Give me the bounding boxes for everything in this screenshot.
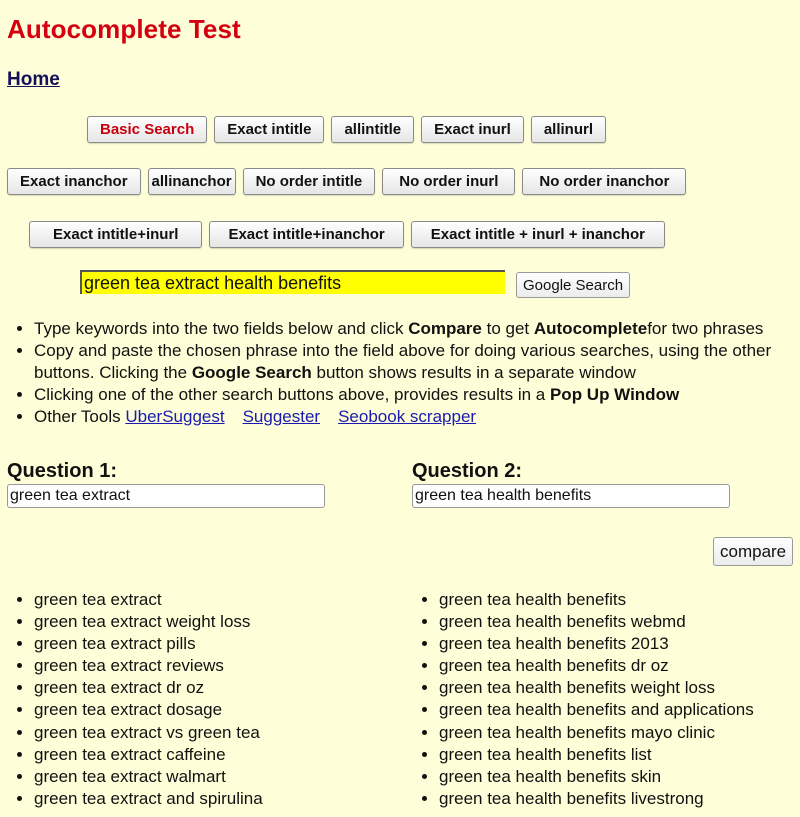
result-item: green tea health benefits list <box>439 744 754 766</box>
question-1-input[interactable] <box>7 484 325 508</box>
exact-intitle-button[interactable]: Exact intitle <box>214 116 325 143</box>
question-2-results: green tea health benefits green tea heal… <box>405 589 754 810</box>
exact-intitle-inurl-button[interactable]: Exact intitle+inurl <box>29 221 203 248</box>
result-item: green tea extract dr oz <box>34 677 263 699</box>
result-item: green tea health benefits and applicatio… <box>439 699 754 721</box>
instruction-bold: Compare <box>408 319 482 338</box>
instruction-item: Other Tools UberSuggest Suggester Seobook … <box>34 406 800 428</box>
no-order-inanchor-button[interactable]: No order inanchor <box>522 168 687 195</box>
search-button-row-1: Basic Search Exact intitle allintitle Ex… <box>87 116 607 143</box>
instruction-text: to get <box>481 319 534 338</box>
result-item: green tea extract pills <box>34 633 263 655</box>
search-button-row-3: Exact intitle+inurl Exact intitle+inanch… <box>29 221 665 248</box>
result-item: green tea extract vs green tea <box>34 722 263 744</box>
instruction-item: Clicking one of the other search buttons… <box>34 384 800 406</box>
allinurl-button[interactable]: allinurl <box>530 116 607 143</box>
question-2-label: Question 2: <box>412 460 523 482</box>
allinanchor-button[interactable]: allinanchor <box>147 168 236 195</box>
question-1-results: green tea extract green tea extract weig… <box>0 589 263 810</box>
instruction-bold: Autocomplete <box>533 319 648 338</box>
result-item: green tea extract weight loss <box>34 611 263 633</box>
suggester-link[interactable]: Suggester <box>243 407 321 426</box>
result-item: green tea health benefits <box>439 589 754 611</box>
result-item: green tea extract caffeine <box>34 744 263 766</box>
question-2-group: Question 2: <box>412 460 730 508</box>
instruction-text: Other Tools <box>34 407 126 426</box>
exact-intitle-inanchor-button[interactable]: Exact intitle+inanchor <box>209 221 404 248</box>
no-order-inurl-button[interactable]: No order inurl <box>382 168 516 195</box>
allintitle-button[interactable]: allintitle <box>331 116 415 143</box>
google-search-button[interactable]: Google Search <box>516 272 631 298</box>
question-1-label: Question 1: <box>7 460 118 482</box>
result-item: green tea health benefits dr oz <box>439 655 754 677</box>
question-2-input[interactable] <box>412 484 730 508</box>
result-item: green tea extract dosage <box>34 699 263 721</box>
result-item: green tea extract and spirulina <box>34 788 263 810</box>
result-item: green tea health benefits weight loss <box>439 677 754 699</box>
result-item: green tea health benefits livestrong <box>439 788 754 810</box>
result-item: green tea extract reviews <box>34 655 263 677</box>
instructions-list: Type keywords into the two fields below … <box>0 318 800 428</box>
no-order-intitle-button[interactable]: No order intitle <box>242 168 376 195</box>
instruction-text: button shows results in a separate windo… <box>311 363 636 382</box>
instruction-text: Type keywords into the two fields below … <box>34 319 409 338</box>
instruction-bold: Google Search <box>191 363 312 382</box>
search-button-row-2: Exact inanchor allinanchor No order inti… <box>7 168 687 195</box>
exact-inurl-button[interactable]: Exact inurl <box>421 116 524 143</box>
instruction-item: Copy and paste the chosen phrase into th… <box>34 340 800 384</box>
exact-intitle-inurl-inanchor-button[interactable]: Exact intitle + inurl + inanchor <box>410 221 665 248</box>
instruction-bold: Pop Up Window <box>549 385 680 404</box>
instruction-item: Type keywords into the two fields below … <box>34 318 800 340</box>
seobook-scrapper-link[interactable]: Seobook scrapper <box>338 407 476 426</box>
question-1-group: Question 1: <box>7 460 325 508</box>
result-item: green tea extract walmart <box>34 766 263 788</box>
basic-search-button[interactable]: Basic Search <box>87 116 208 143</box>
result-item: green tea health benefits webmd <box>439 611 754 633</box>
result-item: green tea health benefits mayo clinic <box>439 722 754 744</box>
result-item: green tea health benefits skin <box>439 766 754 788</box>
instruction-text: Clicking one of the other search buttons… <box>34 385 550 404</box>
search-query-input[interactable] <box>80 270 505 294</box>
home-link[interactable]: Home <box>7 69 60 91</box>
page-title: Autocomplete Test <box>7 14 241 44</box>
instruction-text: for two phrases <box>647 319 764 338</box>
result-item: green tea extract <box>34 589 263 611</box>
exact-inanchor-button[interactable]: Exact inanchor <box>7 168 141 195</box>
compare-button[interactable]: compare <box>713 537 794 566</box>
result-item: green tea health benefits 2013 <box>439 633 754 655</box>
ubersuggest-link[interactable]: UberSuggest <box>125 407 224 426</box>
